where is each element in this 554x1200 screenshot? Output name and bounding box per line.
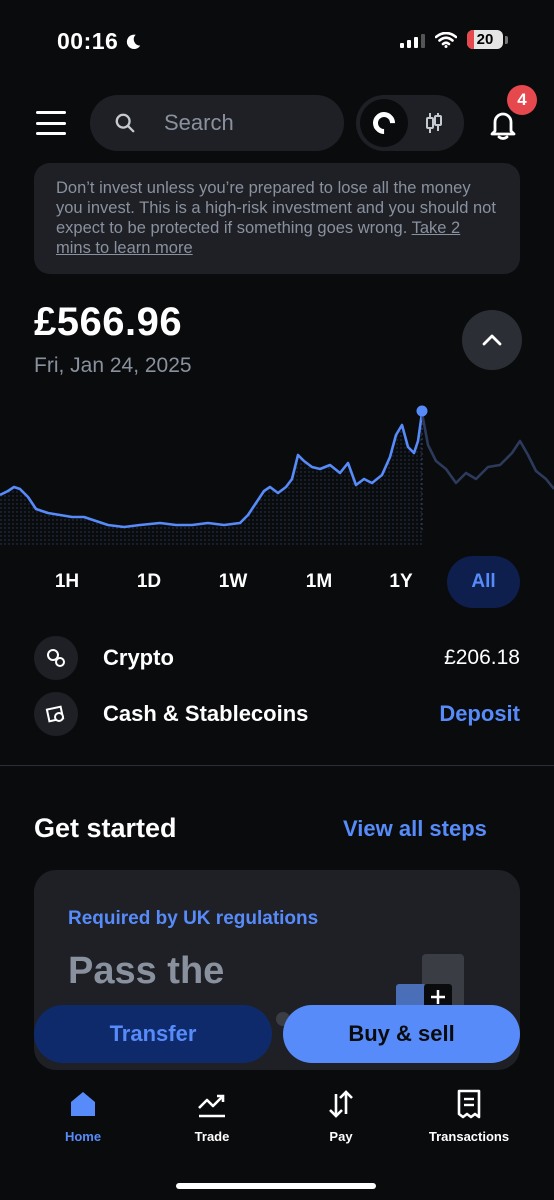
nav-trade[interactable]: Trade <box>157 1088 267 1144</box>
bottom-nav: Home Trade Pay Transactions <box>0 1080 554 1170</box>
candlestick-icon[interactable] <box>424 111 444 135</box>
chart-cursor-point[interactable] <box>416 405 428 417</box>
portfolio-chart[interactable] <box>0 395 554 545</box>
card-tag: Required by UK regulations <box>68 908 319 929</box>
menu-button[interactable] <box>36 111 66 135</box>
nav-transactions[interactable]: Transactions <box>414 1088 524 1144</box>
range-1w[interactable]: 1W <box>206 556 260 608</box>
search-bar[interactable] <box>90 95 344 151</box>
chart-area <box>0 413 422 545</box>
crypto-value: £206.18 <box>444 646 520 669</box>
range-1m[interactable]: 1M <box>292 556 346 608</box>
nav-trade-label: Trade <box>194 1129 230 1144</box>
deposit-button[interactable]: Deposit <box>439 701 520 727</box>
balance-date: Fri, Jan 24, 2025 <box>34 354 192 377</box>
nav-pay[interactable]: Pay <box>286 1088 396 1144</box>
crypto-icon <box>34 636 78 680</box>
status-indicators: 20 <box>400 30 508 49</box>
buy-sell-button[interactable]: Buy & sell <box>283 1005 520 1063</box>
nav-transactions-label: Transactions <box>428 1129 510 1144</box>
crypto-label: Crypto <box>103 645 174 670</box>
battery-level: 20 <box>476 31 494 48</box>
divider <box>0 765 554 766</box>
coinbase-logo-icon <box>368 107 400 139</box>
pay-arrows-icon <box>329 1090 353 1118</box>
search-icon <box>115 113 135 133</box>
search-input[interactable] <box>164 110 324 136</box>
home-indicator <box>176 1183 376 1189</box>
view-all-steps-link[interactable]: View all steps <box>343 816 487 842</box>
status-time: 00:16 <box>57 28 142 55</box>
home-icon <box>71 1092 95 1116</box>
range-1h[interactable]: 1H <box>40 556 94 608</box>
time-label: 00:16 <box>57 28 119 54</box>
transfer-button[interactable]: Transfer <box>34 1005 272 1063</box>
nav-pay-label: Pay <box>329 1129 353 1144</box>
risk-warning: Don’t invest unless you’re prepared to l… <box>34 163 520 274</box>
get-started-title: Get started <box>34 813 177 843</box>
receipt-icon <box>457 1089 481 1119</box>
battery-icon: 20 <box>467 30 508 49</box>
card-heading: Pass the <box>68 950 225 992</box>
wifi-icon <box>435 31 457 48</box>
trade-chart-icon <box>198 1094 225 1118</box>
notification-badge: 4 <box>507 85 537 115</box>
chevron-up-icon <box>482 334 502 346</box>
cash-label: Cash & Stablecoins <box>103 701 309 726</box>
time-range-selector: 1H 1D 1W 1M 1Y All <box>26 556 526 608</box>
range-1y[interactable]: 1Y <box>374 556 428 608</box>
nav-home[interactable]: Home <box>28 1088 138 1144</box>
collapse-chart-button[interactable] <box>462 310 522 370</box>
range-1d[interactable]: 1D <box>122 556 176 608</box>
cellular-signal-icon <box>400 32 425 48</box>
nav-home-label: Home <box>64 1129 102 1144</box>
chart-line-future <box>420 412 554 490</box>
portfolio-balance: £566.96 <box>34 300 183 344</box>
status-bar: 00:16 20 <box>0 0 554 80</box>
cash-row[interactable]: Cash & Stablecoins Deposit <box>34 692 520 736</box>
range-all[interactable]: All <box>447 556 520 608</box>
mode-toggle[interactable] <box>356 95 464 151</box>
moon-icon <box>127 34 141 49</box>
crypto-row[interactable]: Crypto £206.18 <box>34 636 520 680</box>
header: 4 <box>0 85 554 151</box>
cash-icon <box>34 692 78 736</box>
coinbase-mode-button[interactable] <box>360 99 408 147</box>
